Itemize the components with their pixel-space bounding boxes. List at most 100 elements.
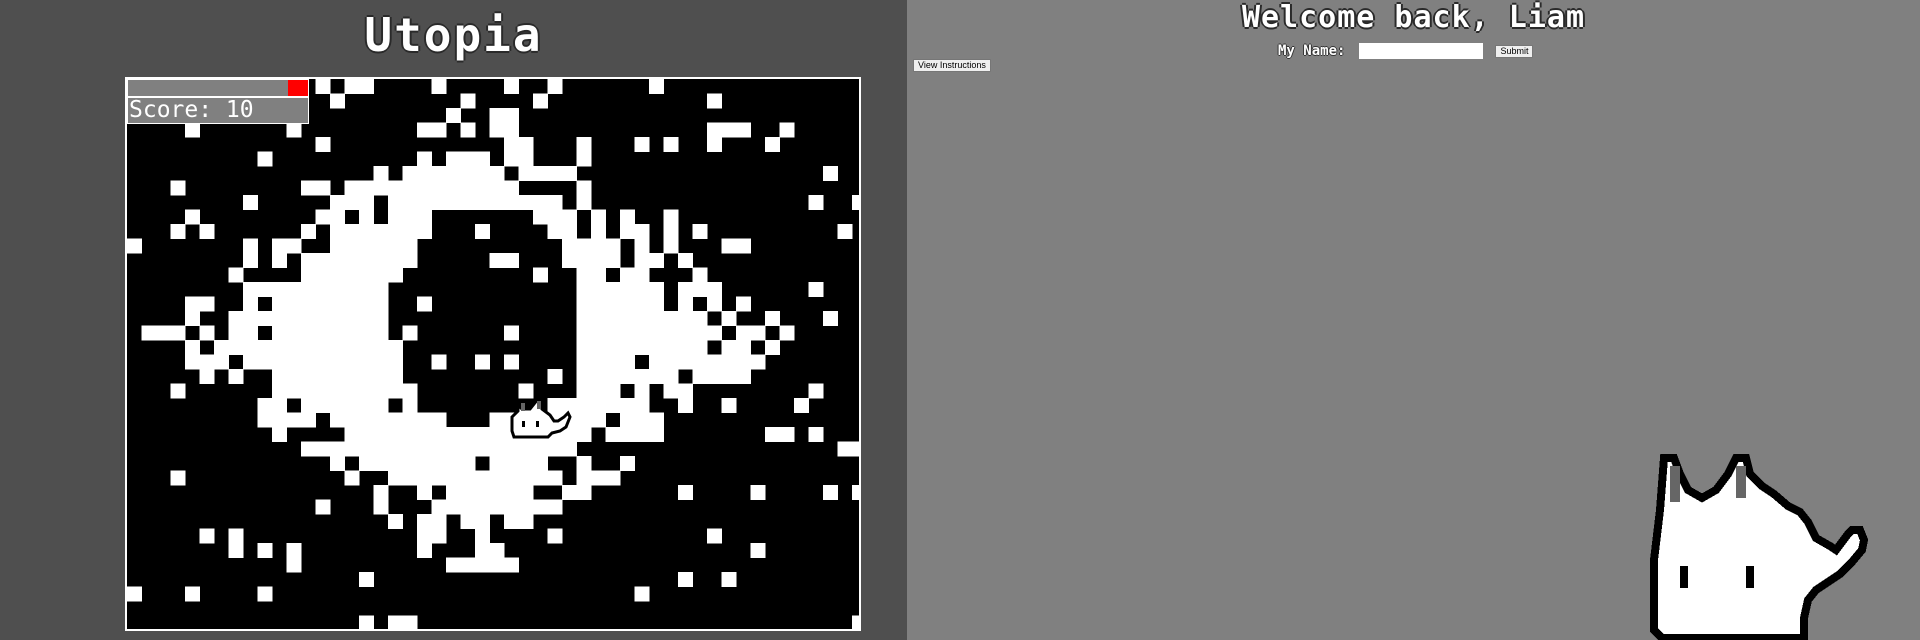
submit-button[interactable]: Submit bbox=[1495, 44, 1534, 58]
floor-tile bbox=[475, 557, 491, 573]
floor-tile bbox=[344, 383, 360, 399]
floor-tile bbox=[663, 209, 679, 225]
floor-tile bbox=[678, 325, 694, 341]
floor-tile bbox=[837, 224, 853, 240]
floor-tile bbox=[547, 528, 563, 544]
floor-tile bbox=[243, 311, 259, 327]
floor-tile bbox=[402, 166, 418, 182]
floor-tile bbox=[562, 209, 578, 225]
game-map[interactable] bbox=[127, 79, 859, 629]
floor-tile bbox=[417, 209, 433, 225]
floor-tile bbox=[678, 572, 694, 588]
floor-tile bbox=[634, 412, 650, 428]
floor-tile bbox=[663, 137, 679, 153]
floor-tile bbox=[301, 180, 317, 196]
floor-tile bbox=[489, 122, 505, 138]
floor-tile bbox=[373, 485, 389, 501]
floor-tile bbox=[634, 311, 650, 327]
floor-tile bbox=[576, 340, 592, 356]
floor-tile bbox=[721, 354, 737, 370]
floor-tile bbox=[504, 137, 520, 153]
floor-tile bbox=[286, 543, 302, 559]
floor-tile bbox=[301, 224, 317, 240]
welcome-heading: Welcome back, Liam bbox=[1241, 0, 1586, 35]
floor-tile bbox=[359, 325, 375, 341]
floor-tile bbox=[431, 514, 447, 530]
floor-tile bbox=[576, 195, 592, 211]
floor-tile bbox=[388, 441, 404, 457]
floor-tile bbox=[489, 427, 505, 443]
floor-tile bbox=[518, 383, 534, 399]
floor-tile bbox=[243, 325, 259, 341]
floor-tile bbox=[663, 224, 679, 240]
floor-tile bbox=[475, 151, 491, 167]
floor-tile bbox=[518, 166, 534, 182]
floor-tile bbox=[257, 311, 273, 327]
floor-tile bbox=[504, 79, 520, 95]
floor-tile bbox=[402, 325, 418, 341]
floor-tile bbox=[315, 267, 331, 283]
floor-tile bbox=[373, 383, 389, 399]
floor-tile bbox=[591, 238, 607, 254]
floor-tile bbox=[330, 398, 346, 414]
floor-tile bbox=[243, 340, 259, 356]
floor-tile bbox=[591, 209, 607, 225]
floor-tile bbox=[417, 195, 433, 211]
floor-tile bbox=[272, 253, 288, 269]
floor-tile bbox=[170, 325, 186, 341]
floor-tile bbox=[301, 398, 317, 414]
floor-tile bbox=[547, 166, 563, 182]
floor-tile bbox=[634, 383, 650, 399]
floor-tile bbox=[417, 528, 433, 544]
floor-tile bbox=[417, 224, 433, 240]
floor-tile bbox=[562, 441, 578, 457]
floor-tile bbox=[663, 383, 679, 399]
view-instructions-button[interactable]: View Instructions bbox=[913, 59, 991, 72]
floor-tile bbox=[431, 456, 447, 472]
floor-tile bbox=[243, 354, 259, 370]
floor-tile bbox=[373, 238, 389, 254]
floor-tile bbox=[591, 253, 607, 269]
floor-tile bbox=[576, 267, 592, 283]
floor-tile bbox=[649, 325, 665, 341]
score-display: Score: 10 bbox=[127, 97, 309, 124]
floor-tile bbox=[547, 398, 563, 414]
floor-tile bbox=[359, 311, 375, 327]
floor-tile bbox=[750, 354, 766, 370]
floor-tile bbox=[214, 354, 230, 370]
floor-tile bbox=[141, 325, 157, 341]
floor-tile bbox=[460, 427, 476, 443]
floor-tile bbox=[823, 485, 839, 501]
floor-tile bbox=[475, 499, 491, 515]
floor-tile bbox=[388, 514, 404, 530]
floor-tile bbox=[373, 311, 389, 327]
floor-tile bbox=[373, 427, 389, 443]
floor-tile bbox=[562, 485, 578, 501]
floor-tile bbox=[605, 470, 621, 486]
floor-tile bbox=[721, 238, 737, 254]
game-board[interactable] bbox=[125, 77, 861, 631]
health-bar bbox=[127, 79, 309, 97]
floor-tile bbox=[431, 180, 447, 196]
floor-tile bbox=[460, 166, 476, 182]
floor-tile bbox=[460, 441, 476, 457]
floor-tile bbox=[591, 296, 607, 312]
floor-tile bbox=[504, 514, 520, 530]
floor-tile bbox=[243, 253, 259, 269]
floor-tile bbox=[475, 470, 491, 486]
floor-tile bbox=[243, 282, 259, 298]
floor-tile bbox=[475, 528, 491, 544]
floor-tile bbox=[634, 267, 650, 283]
floor-tile bbox=[620, 267, 636, 283]
floor-tile bbox=[446, 456, 462, 472]
floor-tile bbox=[489, 412, 505, 428]
name-input[interactable] bbox=[1359, 43, 1484, 59]
floor-tile bbox=[286, 557, 302, 573]
floor-tile bbox=[446, 180, 462, 196]
floor-tile bbox=[721, 340, 737, 356]
floor-tile bbox=[373, 499, 389, 515]
floor-tile bbox=[402, 224, 418, 240]
floor-tile bbox=[373, 456, 389, 472]
floor-tile bbox=[388, 195, 404, 211]
floor-tile bbox=[518, 456, 534, 472]
